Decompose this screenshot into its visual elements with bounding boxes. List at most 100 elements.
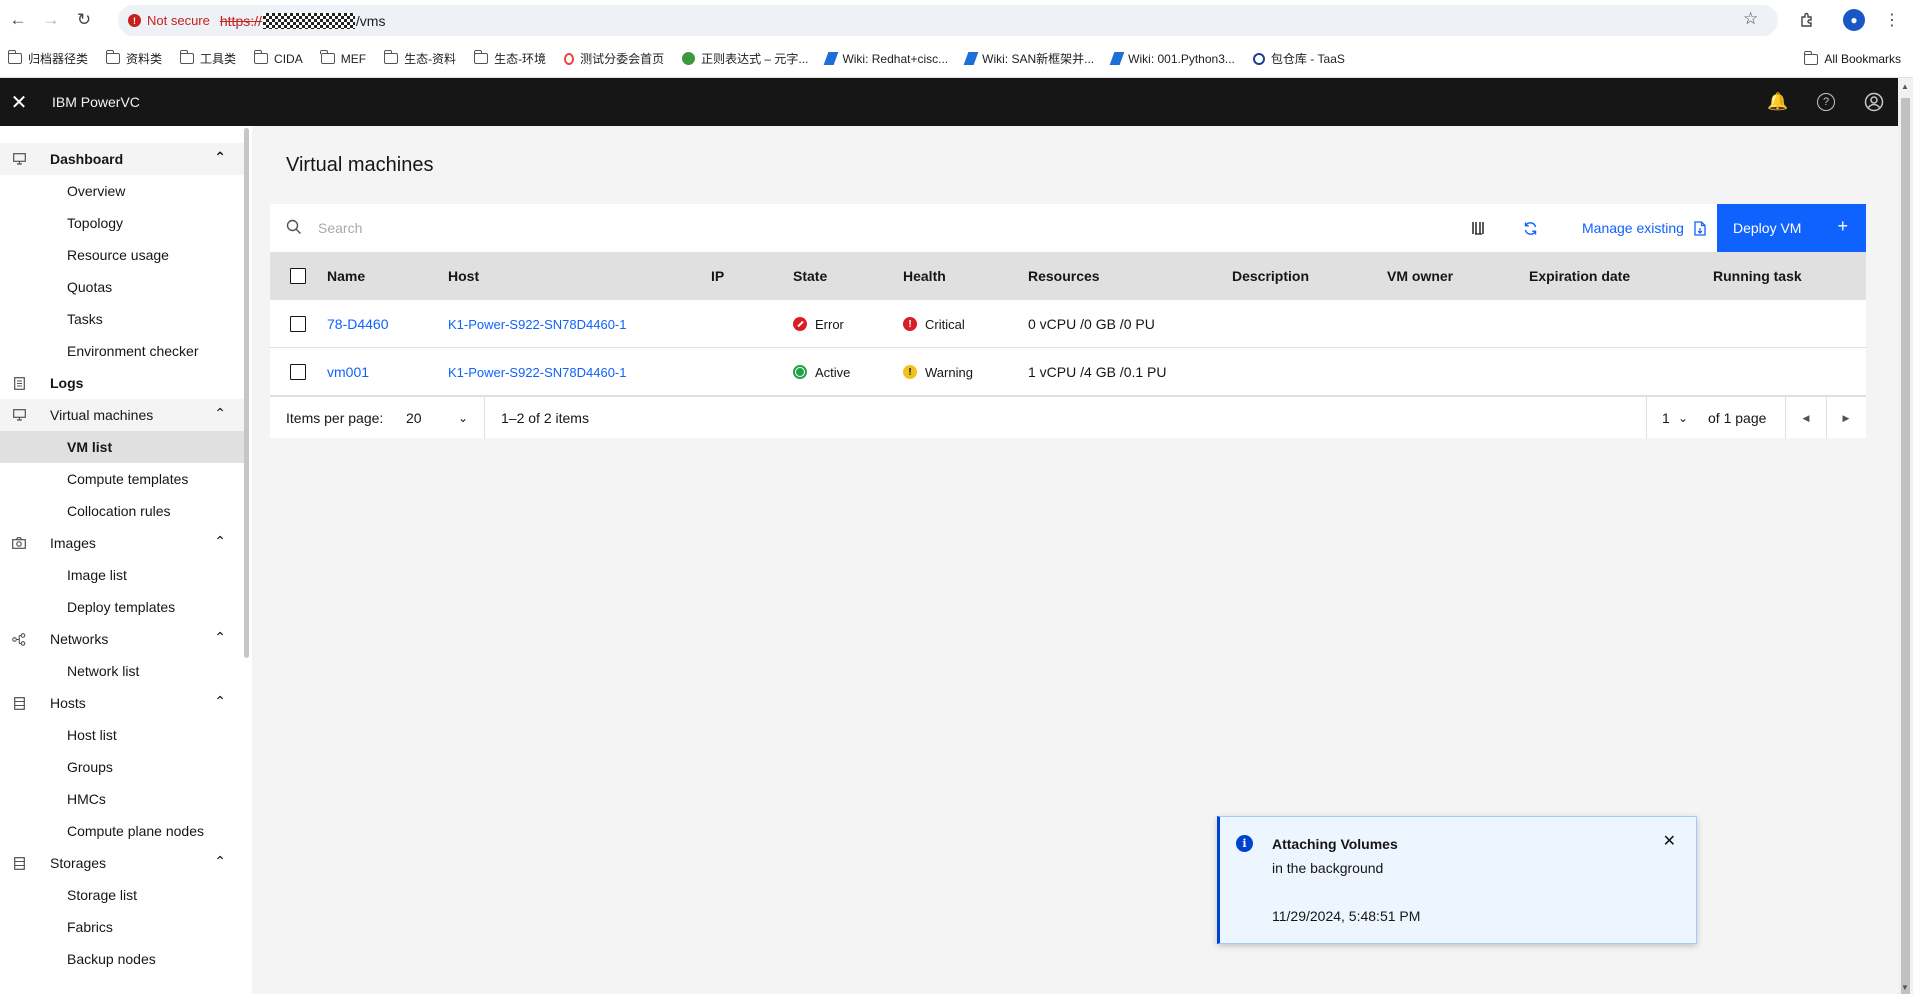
vm-name-link[interactable]: vm001 xyxy=(327,348,369,396)
nav-item-image-list[interactable]: Image list xyxy=(0,559,244,591)
nav-category-images[interactable]: Images ⌃ xyxy=(0,527,244,559)
column-header-running-task[interactable]: Running task xyxy=(1713,252,1802,300)
refresh-icon[interactable] xyxy=(1520,218,1540,238)
nav-category-dashboard[interactable]: Dashboard ⌃ xyxy=(0,143,244,175)
bookmark-item[interactable]: Wiki: SAN新框架并... xyxy=(963,50,1094,67)
all-bookmarks[interactable]: All Bookmarks xyxy=(1803,40,1901,78)
nav-item-deploy-templates[interactable]: Deploy templates xyxy=(0,591,244,623)
nav-item-fabrics[interactable]: Fabrics xyxy=(0,911,244,943)
nav-item-vm-list[interactable]: VM list xyxy=(0,431,244,463)
column-header-name[interactable]: Name xyxy=(327,252,365,300)
column-header-description[interactable]: Description xyxy=(1232,252,1309,300)
page-scrollbar[interactable]: ▲ ▼ xyxy=(1898,78,1913,994)
page-select[interactable]: 1 ⌄ xyxy=(1662,397,1694,439)
help-icon[interactable]: ? xyxy=(1816,92,1836,112)
security-chip[interactable]: ! Not secure xyxy=(128,13,210,28)
close-icon[interactable]: ✕ xyxy=(1663,831,1676,851)
bookmark-item[interactable]: 生态-环境 xyxy=(473,50,546,67)
deploy-vm-button[interactable]: Deploy VM + xyxy=(1717,204,1866,252)
notification-bell-icon[interactable]: 🔔 xyxy=(1767,92,1788,112)
bookmark-item[interactable]: MEF xyxy=(320,50,366,66)
extensions-icon[interactable] xyxy=(1793,6,1821,34)
bookmark-item[interactable]: 测试分委会首页 xyxy=(564,50,664,67)
site-icon xyxy=(682,52,696,65)
forward-icon[interactable]: → xyxy=(36,5,66,35)
row-checkbox[interactable] xyxy=(290,316,306,332)
nav-item-network-list[interactable]: Network list xyxy=(0,655,244,687)
vm-name-link[interactable]: 78-D4460 xyxy=(327,300,389,348)
search-icon[interactable] xyxy=(286,219,302,235)
nav-item-groups[interactable]: Groups xyxy=(0,751,244,783)
nav-item-overview[interactable]: Overview xyxy=(0,175,244,207)
bookmark-item[interactable]: 包仓库 - TaaS xyxy=(1252,50,1345,67)
column-header-expiration-date[interactable]: Expiration date xyxy=(1529,252,1630,300)
nav-item-hmcs[interactable]: HMCs xyxy=(0,783,244,815)
nav-item-compute-plane-nodes[interactable]: Compute plane nodes xyxy=(0,815,244,847)
next-page-icon[interactable]: ▶ xyxy=(1826,397,1866,439)
nav-item-host-list[interactable]: Host list xyxy=(0,719,244,751)
bookmark-item[interactable]: CIDA xyxy=(253,50,303,66)
nav-category-networks[interactable]: Networks ⌃ xyxy=(0,623,244,655)
pagination: Items per page: 20 ⌄ 1–2 of 2 items 1 ⌄ … xyxy=(270,396,1866,439)
nav-item-collocation-rules[interactable]: Collocation rules xyxy=(0,495,244,527)
scroll-up-icon[interactable]: ▲ xyxy=(1901,82,1909,91)
column-header-ip[interactable]: IP xyxy=(711,252,724,300)
select-all-checkbox[interactable] xyxy=(290,268,306,284)
address-bar[interactable]: ! Not secure https:// /vms xyxy=(118,5,1778,36)
host-link[interactable]: K1-Power-S922-SN78D4460-1 xyxy=(448,300,626,348)
resources-cell: 0 vCPU /0 GB /0 PU xyxy=(1028,316,1155,332)
table-row: vm001 K1-Power-S922-SN78D4460-1 Active !… xyxy=(270,348,1866,396)
chevron-up-icon: ⌃ xyxy=(214,533,226,549)
page-title: Virtual machines xyxy=(286,154,434,176)
bookmark-item[interactable]: 资料类 xyxy=(105,50,162,67)
nav-item-compute-templates[interactable]: Compute templates xyxy=(0,463,244,495)
column-header-resources[interactable]: Resources xyxy=(1028,252,1100,300)
host-link[interactable]: K1-Power-S922-SN78D4460-1 xyxy=(448,348,626,396)
nav-category-virtual-machines[interactable]: Virtual machines ⌃ xyxy=(0,399,244,431)
nav-item-quotas[interactable]: Quotas xyxy=(0,271,244,303)
search-input[interactable] xyxy=(318,216,918,240)
scrollbar-thumb[interactable] xyxy=(1901,98,1910,994)
column-settings-icon[interactable] xyxy=(1468,218,1488,238)
column-header-health[interactable]: Health xyxy=(903,252,946,300)
previous-page-icon[interactable]: ◀ xyxy=(1786,397,1826,439)
nav-item-resource-usage[interactable]: Resource usage xyxy=(0,239,244,271)
nav-item-tasks[interactable]: Tasks xyxy=(0,303,244,335)
nav-item-topology[interactable]: Topology xyxy=(0,207,244,239)
sidebar-scrollbar[interactable] xyxy=(244,128,249,658)
bookmark-item[interactable]: 归档器径类 xyxy=(7,50,88,67)
user-profile-icon[interactable] xyxy=(1864,92,1884,112)
health-cell: ! Warning xyxy=(903,348,973,396)
column-header-state[interactable]: State xyxy=(793,252,827,300)
bookmark-item[interactable]: Wiki: 001.Python3... xyxy=(1109,52,1235,66)
row-checkbox[interactable] xyxy=(290,364,306,380)
nav-item-storage-list[interactable]: Storage list xyxy=(0,879,244,911)
document-icon xyxy=(12,376,26,390)
nav-item-environment-checker[interactable]: Environment checker xyxy=(0,335,244,367)
wiki-icon xyxy=(824,52,839,65)
app-header: ✕ IBM PowerVC 🔔 ? xyxy=(0,78,1898,126)
column-header-vm-owner[interactable]: VM owner xyxy=(1387,252,1453,300)
nav-category-storages[interactable]: Storages ⌃ xyxy=(0,847,244,879)
bookmark-item[interactable]: 工具类 xyxy=(179,50,236,67)
scroll-down-icon[interactable]: ▼ xyxy=(1901,983,1909,992)
bookmark-star-icon[interactable]: ☆ xyxy=(1743,9,1758,29)
server-icon xyxy=(12,696,26,710)
url-path: /vms xyxy=(355,12,386,29)
bookmark-item[interactable]: 生态-资料 xyxy=(383,50,456,67)
nav-category-logs[interactable]: Logs xyxy=(0,367,244,399)
reload-icon[interactable]: ↻ xyxy=(69,5,99,35)
items-per-page-select[interactable]: 20 ⌄ xyxy=(406,397,468,439)
nav-category-hosts[interactable]: Hosts ⌃ xyxy=(0,687,244,719)
back-icon[interactable]: ← xyxy=(3,5,33,35)
more-menu-icon[interactable]: ⋮ xyxy=(1878,6,1906,34)
close-menu-icon[interactable]: ✕ xyxy=(0,78,38,126)
bookmark-item[interactable]: 正则表达式 – 元字... xyxy=(682,50,808,67)
profile-icon[interactable]: ● xyxy=(1840,6,1868,34)
page-total: of 1 page xyxy=(1708,410,1767,426)
manage-existing-button[interactable]: Manage existing xyxy=(1570,204,1718,252)
nav-item-backup-nodes[interactable]: Backup nodes xyxy=(0,943,244,975)
table-row: 78-D4460 K1-Power-S922-SN78D4460-1 Error… xyxy=(270,300,1866,348)
column-header-host[interactable]: Host xyxy=(448,252,479,300)
bookmark-item[interactable]: Wiki: Redhat+cisc... xyxy=(824,52,948,66)
